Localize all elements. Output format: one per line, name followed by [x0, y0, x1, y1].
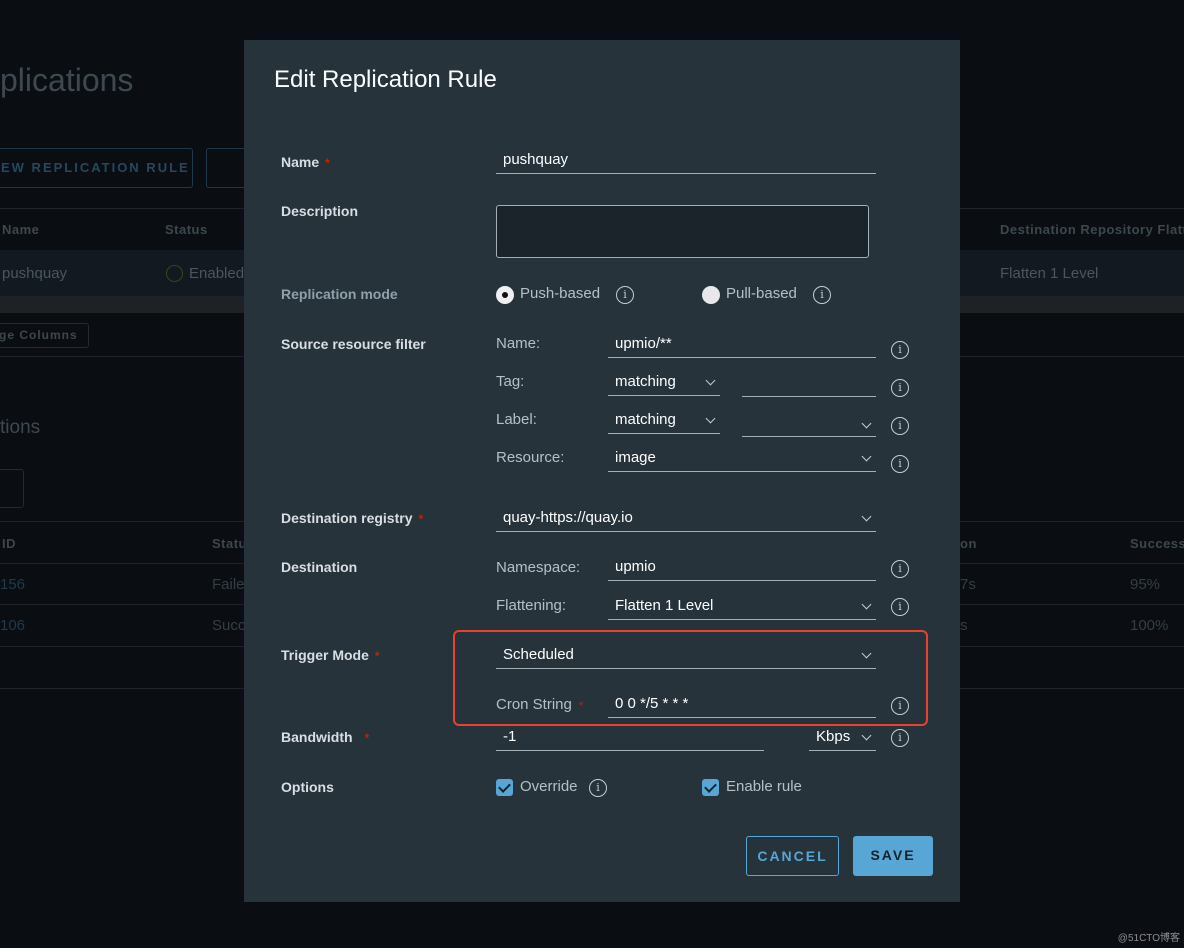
execution-id-link[interactable]: 106 [0, 617, 25, 634]
info-icon[interactable]: i [891, 455, 909, 473]
page-title: plications [0, 62, 134, 98]
row-status: Enabled [189, 265, 245, 282]
chevron-down-icon [705, 413, 716, 424]
filter-name-input[interactable]: upmio/** [608, 334, 876, 358]
execution-id-link[interactable]: 156 [0, 576, 25, 593]
cancel-button[interactable]: CANCEL [746, 836, 839, 876]
bandwidth-input[interactable]: -1 [496, 727, 764, 751]
modal-title: Edit Replication Rule [274, 66, 497, 93]
manage-columns-button[interactable]: ge Columns [0, 323, 89, 348]
namespace-label: Namespace: [496, 559, 581, 576]
destination-label: Destination [281, 559, 358, 575]
info-icon[interactable]: i [891, 560, 909, 578]
execution-success: 100% [1130, 617, 1169, 634]
flattening-select[interactable]: Flatten 1 Level [608, 596, 876, 620]
watermark: @51CTO博客 [1117, 933, 1180, 944]
push-based-radio[interactable] [496, 286, 514, 304]
chevron-down-icon [861, 418, 872, 429]
column-header-flattening[interactable]: Destination Repository Flatte [1000, 222, 1184, 237]
trigger-mode-label: Trigger Mode * [281, 647, 380, 663]
execution-status: Succ [212, 617, 246, 634]
override-label: Override [520, 778, 578, 795]
info-icon[interactable]: i [891, 697, 909, 715]
stop-button[interactable] [0, 469, 24, 508]
info-icon[interactable]: i [891, 417, 909, 435]
filter-label-label: Label: [496, 411, 537, 428]
executions-title: tions [0, 417, 41, 438]
info-icon[interactable]: i [891, 379, 909, 397]
enable-rule-label: Enable rule [726, 778, 802, 795]
chevron-down-icon [861, 648, 872, 659]
chevron-down-icon [861, 730, 872, 741]
tag-input[interactable] [742, 373, 876, 397]
new-replication-rule-button[interactable]: EW REPLICATION RULE [0, 148, 193, 188]
options-label: Options [281, 779, 334, 795]
chevron-down-icon [861, 511, 872, 522]
override-checkbox[interactable] [496, 779, 513, 796]
tag-match-select[interactable]: matching [608, 372, 720, 396]
filter-resource-label: Resource: [496, 449, 565, 466]
edit-replication-rule-modal: Edit Replication Rule Name * pushquay Des… [244, 40, 960, 902]
info-icon[interactable]: i [616, 286, 634, 304]
pull-based-radio[interactable] [702, 286, 720, 304]
label-select[interactable] [742, 413, 876, 437]
info-icon[interactable]: i [891, 598, 909, 616]
cron-string-input[interactable]: 0 0 */5 * * * [608, 694, 876, 718]
description-textarea[interactable] [496, 205, 869, 258]
trigger-mode-select[interactable]: Scheduled [496, 645, 876, 669]
pull-based-label: Pull-based [726, 285, 797, 302]
filter-tag-label: Tag: [496, 373, 525, 390]
row-name: pushquay [2, 265, 68, 282]
resource-select[interactable]: image [608, 448, 876, 472]
push-based-label: Push-based [520, 285, 601, 302]
info-icon[interactable]: i [891, 341, 909, 359]
chevron-down-icon [705, 375, 716, 386]
chevron-down-icon [861, 451, 872, 462]
chevron-down-icon [861, 599, 872, 610]
description-label: Description [281, 203, 359, 219]
execution-duration: 7s [960, 576, 976, 593]
info-icon[interactable]: i [813, 286, 831, 304]
source-filter-label: Source resource filter [281, 336, 426, 352]
name-label: Name * [281, 154, 330, 170]
save-button[interactable]: SAVE [853, 836, 933, 876]
destination-registry-select[interactable]: quay-https://quay.io [496, 508, 876, 532]
cron-string-label: Cron String * [496, 696, 584, 713]
check-circle-icon [166, 265, 183, 282]
column-header-name[interactable]: Name [2, 222, 39, 237]
flattening-label: Flattening: [496, 597, 567, 614]
bandwidth-label: Bandwidth * [281, 729, 370, 745]
enable-rule-checkbox[interactable] [702, 779, 719, 796]
execution-duration: s [960, 617, 968, 634]
execution-success: 95% [1130, 576, 1161, 593]
row-flattening: Flatten 1 Level [1000, 265, 1099, 282]
column-header-status[interactable]: Status [165, 222, 208, 237]
replication-mode-label: Replication mode [281, 286, 398, 302]
column-header-status[interactable]: Statu [212, 536, 247, 551]
destination-registry-label: Destination registry * [281, 510, 424, 526]
name-input[interactable]: pushquay [496, 150, 876, 174]
column-header-id[interactable]: ID [2, 536, 16, 551]
column-header-duration[interactable]: on [960, 536, 977, 551]
namespace-input[interactable]: upmio [608, 557, 876, 581]
column-header-success[interactable]: Success [1130, 536, 1184, 551]
filter-name-label: Name: [496, 335, 541, 352]
bandwidth-unit-select[interactable]: Kbps [809, 727, 876, 751]
label-match-select[interactable]: matching [608, 410, 720, 434]
info-icon[interactable]: i [891, 729, 909, 747]
info-icon[interactable]: i [589, 779, 607, 797]
execution-status: Faile [212, 576, 245, 593]
